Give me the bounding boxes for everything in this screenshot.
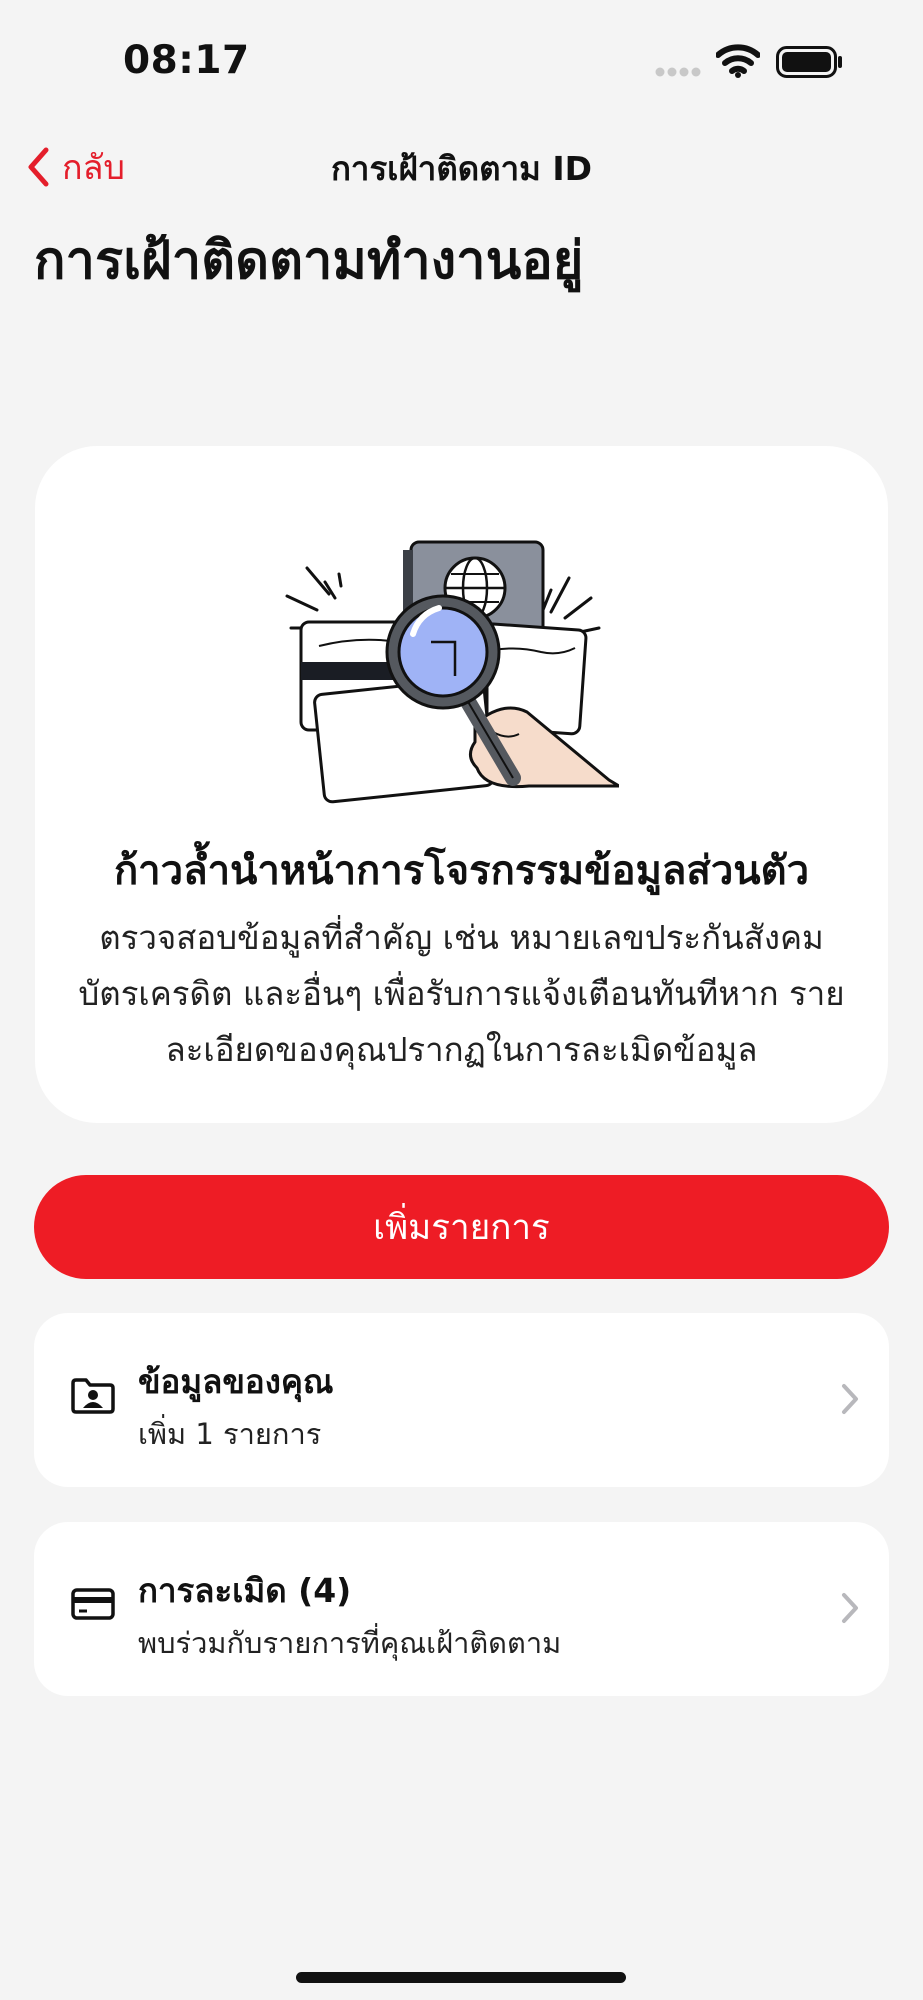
- row-title: การละเมิด (4): [138, 1571, 352, 1610]
- breaches-row[interactable]: การละเมิด (4) พบร่วมกับรายการที่คุณเฝ้าต…: [34, 1522, 889, 1696]
- magnifier-over-id-cards-illustration: [285, 540, 619, 804]
- chevron-right-icon: [842, 1384, 858, 1414]
- hero-heading: ก้าวล้ำนำหน้าการโจรกรรมข้อมูลส่วนตัว: [113, 848, 810, 894]
- hero-card: ก้าวล้ำนำหน้าการโจรกรรมข้อมูลส่วนตัว ตรว…: [35, 446, 888, 1123]
- add-item-button[interactable]: เพิ่มรายการ: [34, 1175, 889, 1279]
- cellular-signal-icon: [655, 67, 701, 77]
- credit-card-icon: [71, 1588, 115, 1620]
- status-bar: 08:17: [0, 0, 923, 120]
- battery-icon: [776, 46, 842, 78]
- your-info-row[interactable]: ข้อมูลของคุณ เพิ่ม 1 รายการ: [34, 1313, 889, 1487]
- chevron-right-icon: [842, 1593, 858, 1623]
- row-subtitle: เพิ่ม 1 รายการ: [138, 1417, 322, 1451]
- page-title: การเฝ้าติดตามทำงานอยู่: [34, 231, 584, 291]
- status-time: 08:17: [123, 38, 250, 83]
- nav-title: การเฝ้าติดตาม ID: [330, 149, 593, 188]
- nav-bar: กลับ การเฝ้าติดตาม ID: [0, 130, 923, 200]
- row-title: ข้อมูลของคุณ: [138, 1362, 334, 1401]
- wifi-icon: [716, 44, 760, 78]
- row-subtitle: พบร่วมกับรายการที่คุณเฝ้าติดตาม: [138, 1626, 562, 1660]
- folder-person-icon: [71, 1378, 115, 1414]
- hero-description: ตรวจสอบข้อมูลที่สำคัญ เช่น หมายเลขประกัน…: [78, 918, 845, 1069]
- home-indicator[interactable]: [296, 1972, 626, 1983]
